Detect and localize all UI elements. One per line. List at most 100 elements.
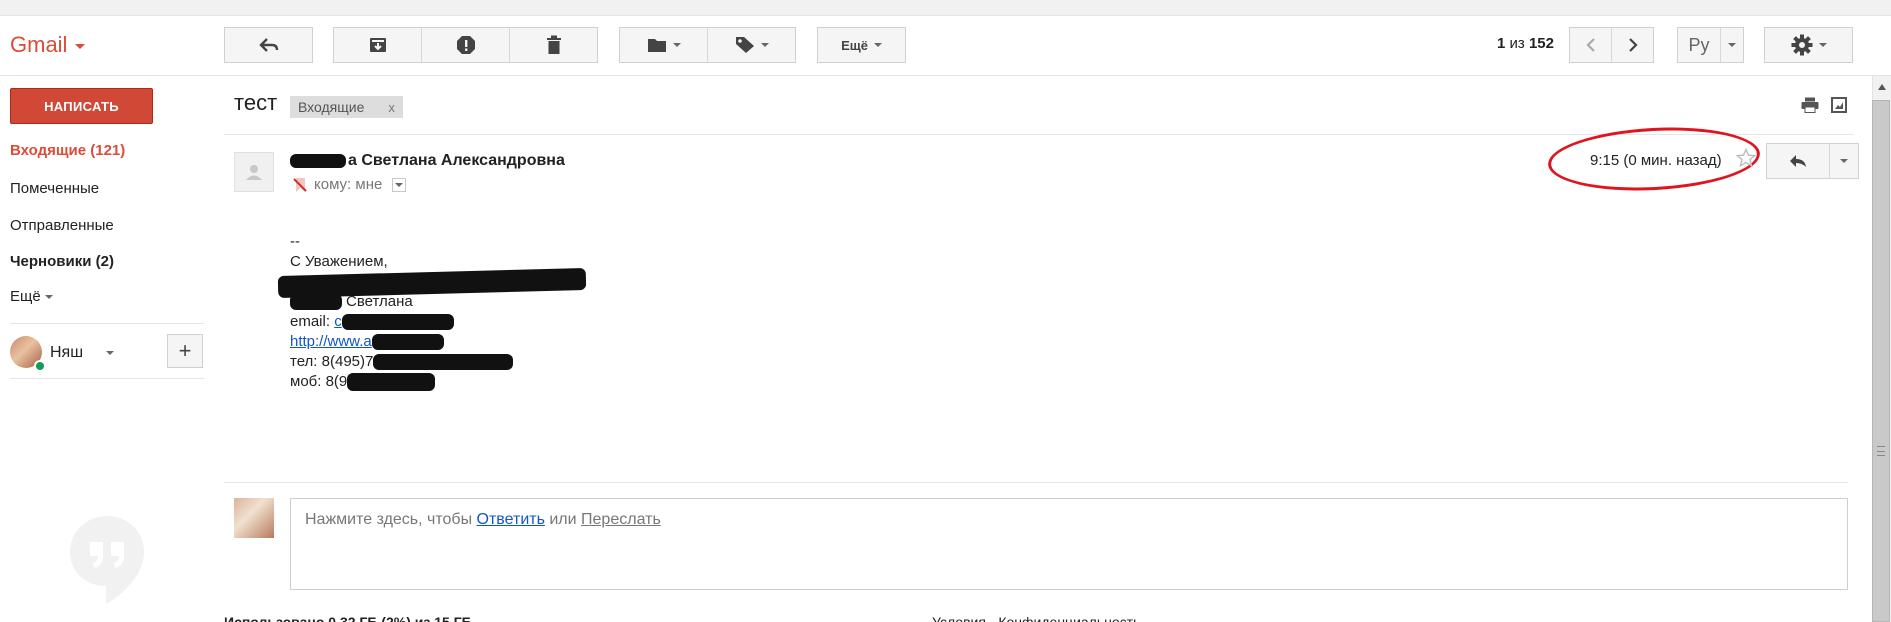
reply-or-text: или	[544, 511, 582, 528]
show-details-button[interactable]	[392, 177, 407, 192]
chevron-down-icon	[75, 44, 86, 49]
reply-prompt: Нажмите здесь, чтобы Ответить или Пересл…	[305, 511, 661, 529]
redaction-mark	[371, 334, 444, 351]
chevron-down-icon	[44, 294, 53, 299]
scrollbar-thumb[interactable]	[1872, 100, 1890, 622]
forward-link[interactable]: Переслать	[581, 511, 661, 528]
signature-mobile-line: моб: 8(9	[290, 372, 586, 392]
new-window-icon[interactable]	[1831, 97, 1847, 113]
archive-button[interactable]	[333, 27, 422, 63]
footer-links[interactable]: Условия · Конфиденциальность	[932, 614, 1140, 622]
signature-email-prefix: email:	[290, 313, 335, 330]
label-chip-inbox[interactable]: Входящие x	[290, 96, 403, 118]
sidebar-divider	[10, 323, 204, 324]
pager-current: 1	[1497, 35, 1506, 52]
folder-icon	[647, 39, 666, 52]
compose-button[interactable]: НАПИСАТЬ	[10, 88, 153, 124]
remove-label-button[interactable]: x	[388, 100, 395, 115]
recipient-text: кому: мне	[314, 176, 383, 193]
more-button-group: Ещё	[817, 27, 906, 63]
older-button[interactable]	[1611, 27, 1654, 63]
new-chat-button[interactable]: +	[167, 334, 203, 368]
tag-icon	[735, 37, 754, 53]
settings-group	[1764, 27, 1853, 63]
chevron-down-icon[interactable]	[106, 351, 114, 355]
message-body: -- С Уважением, Светлана email: c http:/…	[277, 232, 587, 392]
signature-email-line: email: c	[290, 312, 586, 332]
scroll-up-icon[interactable]	[1878, 84, 1886, 90]
sidebar: НАПИСАТЬ Входящие (121) Помеченные Отпра…	[0, 76, 214, 622]
label-chip-text[interactable]: Входящие	[298, 99, 364, 115]
action-button-group	[333, 27, 598, 63]
chevron-down-icon	[760, 43, 769, 47]
redaction-mark	[341, 314, 454, 331]
sidebar-item-sent[interactable]: Отправленные	[10, 217, 114, 234]
archive-icon	[369, 38, 386, 52]
spam-icon	[456, 36, 475, 54]
back-to-inbox-button[interactable]	[224, 27, 313, 63]
message-subject: тест	[234, 90, 278, 115]
reply-arrow-icon	[1790, 155, 1806, 167]
sender-name-text: а Светлана Александровна	[348, 152, 565, 169]
trash-icon	[546, 35, 561, 54]
sidebar-item-drafts[interactable]: Черновики (2)	[10, 253, 114, 270]
sidebar-item-inbox[interactable]: Входящие (121)	[10, 142, 125, 159]
chat-user-name[interactable]: Няш	[50, 344, 83, 362]
body-divider	[224, 482, 1848, 483]
sender-name[interactable]: а Светлана Александровна	[290, 152, 565, 170]
chevron-down-icon	[1840, 159, 1848, 163]
input-tools-dropdown[interactable]	[1720, 27, 1744, 63]
pager-separator: из	[1509, 35, 1525, 52]
recipient-line: кому: мне	[292, 176, 407, 193]
top-strip	[0, 0, 1891, 16]
reply-box[interactable]: Нажмите здесь, чтобы Ответить или Пересл…	[290, 498, 1848, 590]
signature-phone-line: тел: 8(495)7	[290, 352, 586, 372]
signature-mobile: моб: 8(9	[290, 373, 348, 390]
reply-button[interactable]	[1766, 143, 1830, 179]
move-to-button[interactable]	[619, 27, 708, 63]
chevron-down-icon	[395, 182, 404, 187]
chevron-down-icon	[672, 43, 681, 47]
online-status-icon	[34, 360, 46, 372]
sidebar-more-link[interactable]: Ещё	[10, 288, 53, 305]
sender-avatar[interactable]	[234, 152, 274, 192]
sidebar-more-label: Ещё	[10, 288, 41, 305]
more-actions-button[interactable]: Ещё	[817, 27, 906, 63]
back-arrow-icon	[258, 38, 278, 52]
pager-info: 1 из 152	[1497, 35, 1554, 52]
input-tools-button[interactable]: Ру	[1677, 27, 1721, 63]
chat-user-row: Няш +	[10, 332, 204, 372]
star-icon[interactable]	[1736, 148, 1756, 168]
signature-phone: тел: 8(495)7	[290, 353, 374, 370]
settings-button[interactable]	[1764, 27, 1853, 63]
more-reply-options-button[interactable]	[1829, 143, 1859, 179]
input-tools-label: Ру	[1688, 34, 1710, 55]
pager-nav-group	[1569, 27, 1654, 63]
reply-link[interactable]: Ответить	[477, 511, 545, 528]
chevron-down-icon	[1818, 43, 1827, 47]
print-icon[interactable]	[1801, 97, 1819, 113]
more-actions-label: Ещё	[841, 37, 868, 53]
signature-dashes: --	[290, 233, 300, 250]
hangouts-icon[interactable]	[68, 514, 146, 606]
scroll-grip-icon	[1877, 446, 1885, 456]
sidebar-item-starred[interactable]: Помеченные	[10, 180, 99, 197]
signature-email-link[interactable]: c	[334, 313, 342, 330]
chevron-left-icon	[1585, 38, 1595, 52]
labels-button[interactable]	[707, 27, 796, 63]
report-spam-button[interactable]	[421, 27, 510, 63]
reply-prompt-prefix: Нажмите здесь, чтобы	[305, 511, 477, 528]
chevron-down-icon	[873, 43, 882, 47]
gmail-logo-menu[interactable]: Gmail	[10, 32, 86, 58]
delete-button[interactable]	[509, 27, 598, 63]
newer-button[interactable]	[1569, 27, 1612, 63]
gmail-logo-text: Gmail	[10, 32, 68, 57]
redaction-mark	[373, 354, 514, 371]
redaction-mark	[290, 153, 346, 168]
back-button-group	[224, 27, 313, 63]
toolbar: Gmail Ещё 1 из 152 Ру	[0, 16, 1891, 76]
signature-site-link[interactable]: http://www.a	[290, 333, 372, 350]
signature-site-line: http://www.a	[290, 332, 586, 352]
sidebar-divider	[10, 378, 204, 379]
storage-usage: Использовано 0,32 ГБ (2%) из 15 ГБ	[224, 614, 472, 622]
